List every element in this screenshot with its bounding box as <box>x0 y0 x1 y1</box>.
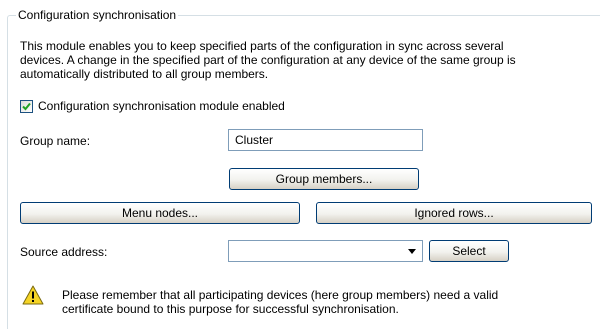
group-name-label: Group name: <box>20 134 91 148</box>
module-enabled-checkbox[interactable] <box>20 99 33 113</box>
groupbox-title: Configuration synchronisation <box>16 8 179 22</box>
warning-triangle-icon <box>22 285 44 305</box>
ignored-rows-button[interactable]: Ignored rows... <box>316 202 592 224</box>
certificate-warning: Please remember that all participating d… <box>62 288 582 316</box>
description-line: devices. A change in the specified part … <box>20 53 516 67</box>
menu-nodes-button[interactable]: Menu nodes... <box>20 202 300 224</box>
description-line: automatically distributed to all group m… <box>20 67 269 81</box>
checkmark-icon <box>22 102 31 110</box>
module-enabled-label: Configuration synchronisation module ena… <box>38 99 285 113</box>
module-enabled-row[interactable]: Configuration synchronisation module ena… <box>20 99 285 113</box>
warning-line: certificate bound to this purpose for su… <box>62 302 399 316</box>
warning-line: Please remember that all participating d… <box>62 288 499 302</box>
source-address-dropdown[interactable] <box>228 240 423 262</box>
chevron-down-icon[interactable] <box>408 249 416 254</box>
description-line: This module enables you to keep specifie… <box>20 39 504 53</box>
group-members-button[interactable]: Group members... <box>229 168 419 190</box>
source-address-label: Source address: <box>20 245 108 259</box>
select-button[interactable]: Select <box>429 240 509 262</box>
module-description: This module enables you to keep specifie… <box>20 39 590 81</box>
group-name-input[interactable] <box>228 129 423 151</box>
